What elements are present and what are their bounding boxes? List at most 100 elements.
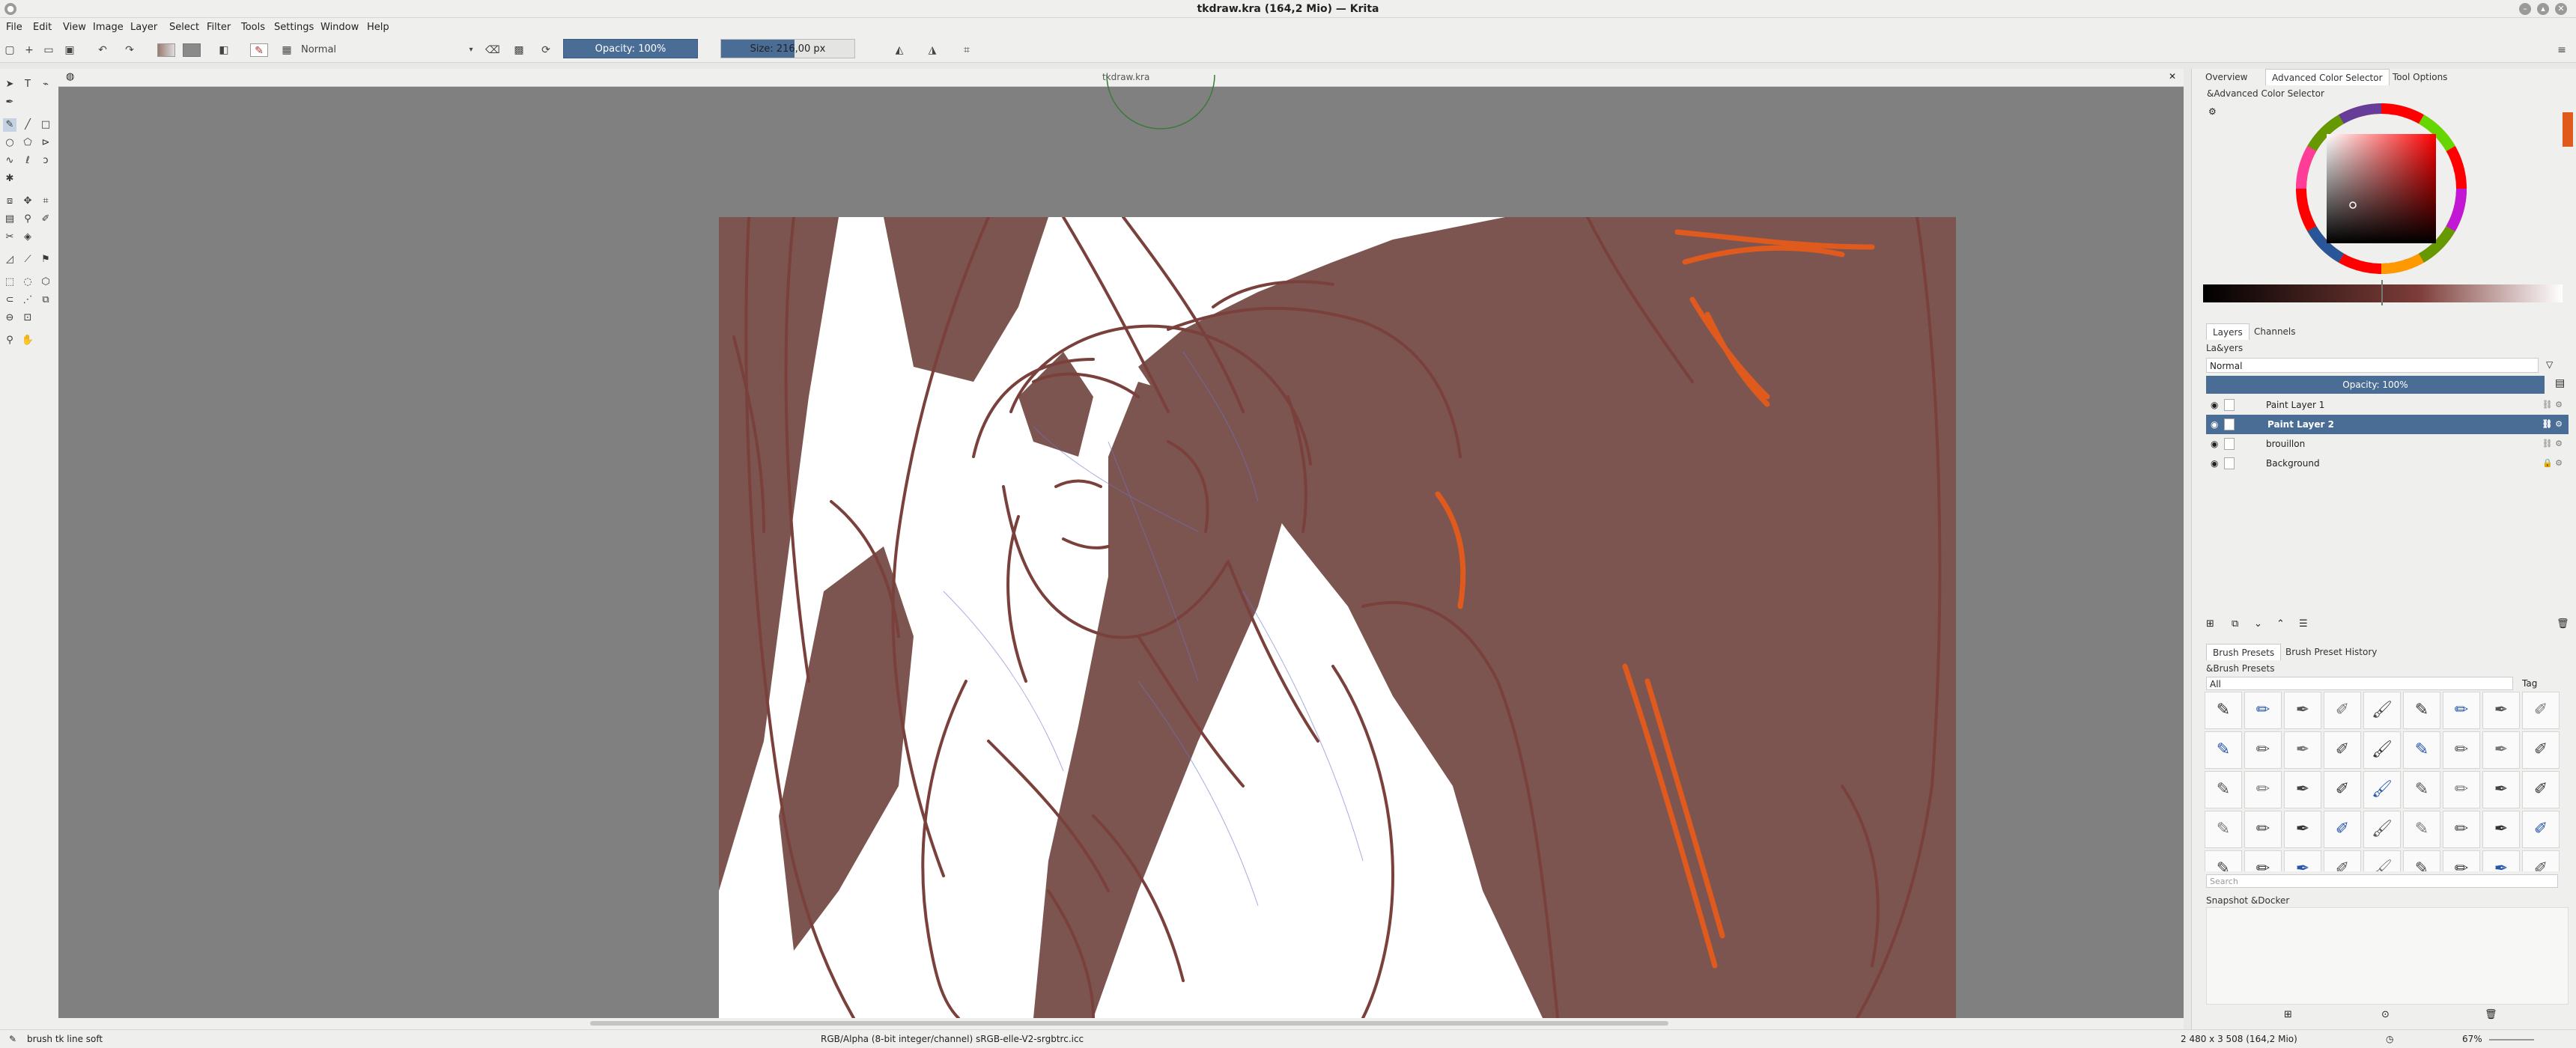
- tab-layers[interactable]: Layers: [2206, 323, 2250, 340]
- brush-preset-thumbnail[interactable]: ✒: [2482, 731, 2520, 769]
- brush-preset-thumbnail[interactable]: ✒: [2482, 850, 2520, 871]
- zoom-tool-icon[interactable]: ⚲: [3, 334, 16, 347]
- brush-preset-thumbnail[interactable]: ✒: [2482, 811, 2520, 848]
- fg-bg-color-icon[interactable]: ◧: [217, 43, 231, 57]
- color-picker-tool-icon[interactable]: ⚲: [21, 213, 34, 226]
- polygon-tool-icon[interactable]: ⬠: [21, 136, 34, 150]
- menu-filter[interactable]: Filter: [207, 22, 231, 33]
- rotation-icon[interactable]: ◷: [2386, 1034, 2393, 1044]
- zoom-slider[interactable]: [2489, 1039, 2534, 1041]
- brush-preset-thumbnail[interactable]: ✐: [2324, 850, 2361, 871]
- size-slider[interactable]: Size: 216,00 px: [720, 39, 855, 58]
- blend-mode-chevron-icon[interactable]: ▾: [464, 43, 478, 57]
- close-icon[interactable]: ✕: [2555, 3, 2567, 15]
- lock-icon[interactable]: 🔒 ⚙: [2542, 454, 2563, 473]
- minimize-icon[interactable]: –: [2519, 3, 2531, 15]
- smart-patch-tool-icon[interactable]: ✂: [3, 231, 16, 244]
- rectangle-tool-icon[interactable]: □: [39, 118, 52, 132]
- brush-preset-thumbnail[interactable]: ✒: [2284, 811, 2321, 848]
- close-document-icon[interactable]: ✕: [2169, 71, 2176, 82]
- brush-preset-thumbnail[interactable]: ✐: [2522, 731, 2560, 769]
- visibility-eye-icon[interactable]: ◉: [2211, 395, 2218, 415]
- mirror-vertical-icon[interactable]: ◮: [926, 43, 939, 57]
- brush-preset-thumbnail[interactable]: ✎: [2205, 731, 2242, 769]
- snapshot-camera-icon[interactable]: ⊙: [2381, 1009, 2390, 1020]
- brush-preset-thumbnail[interactable]: ✏: [2443, 850, 2480, 871]
- layer-name[interactable]: Paint Layer 1: [2266, 395, 2324, 415]
- layer-name[interactable]: brouillon: [2266, 434, 2305, 454]
- duplicate-layer-icon[interactable]: ⧉: [2232, 618, 2238, 630]
- layer-row[interactable]: ◉ Paint Layer 1 ⛓ ⚙: [2206, 395, 2569, 415]
- brush-preset-thumbnail[interactable]: ✎: [2403, 692, 2440, 729]
- brush-preset-thumbnail[interactable]: ✐: [2522, 811, 2560, 848]
- brush-preset-thumbnail[interactable]: ✎: [2205, 850, 2242, 871]
- reload-preset-icon[interactable]: ⟳: [539, 43, 553, 57]
- transform-tool-icon[interactable]: ⧈: [3, 195, 16, 208]
- freehand-brush-tool-icon[interactable]: ✎: [3, 118, 16, 132]
- rectangular-selection-tool-icon[interactable]: ⬚: [3, 275, 16, 289]
- maximize-icon[interactable]: ▴: [2537, 3, 2549, 15]
- layer-menu-icon[interactable]: ☰: [2299, 618, 2308, 630]
- tab-advanced-color-selector[interactable]: Advanced Color Selector: [2265, 69, 2390, 85]
- fill-tool-icon[interactable]: ◈: [21, 231, 34, 244]
- eraser-icon[interactable]: ⌫: [485, 43, 500, 57]
- brush-preset-thumbnail[interactable]: ✒: [2284, 850, 2321, 871]
- brush-preset-thumbnail[interactable]: ✏: [2443, 811, 2480, 848]
- presets-search-input[interactable]: Search: [2206, 874, 2558, 888]
- pattern-swatch[interactable]: [183, 43, 201, 57]
- brush-preset-thumbnail[interactable]: ✏: [2244, 692, 2282, 729]
- layer-name[interactable]: Background: [2266, 454, 2320, 473]
- brush-preset-thumbnail[interactable]: ✒: [2482, 692, 2520, 729]
- bezier-selection-tool-icon[interactable]: ⊖: [3, 311, 16, 325]
- blend-mode-select[interactable]: Normal: [301, 43, 481, 57]
- brush-preset-thumbnail[interactable]: 🖌: [2363, 731, 2401, 769]
- brush-preset-thumbnail[interactable]: ✎: [2403, 731, 2440, 769]
- contiguous-selection-tool-icon[interactable]: ⋰: [21, 293, 34, 307]
- tab-channels[interactable]: Channels: [2248, 323, 2302, 340]
- brush-preset-thumbnail[interactable]: ✏: [2244, 850, 2282, 871]
- brush-preset-thumbnail[interactable]: ✐: [2522, 850, 2560, 871]
- brush-preset-thumbnail[interactable]: ✐: [2522, 692, 2560, 729]
- layer-blend-mode-select[interactable]: Normal: [2206, 358, 2539, 373]
- new-icon[interactable]: +: [22, 43, 36, 57]
- layer-properties-icon[interactable]: ▤: [2555, 377, 2565, 389]
- tab-tool-options[interactable]: Tool Options: [2387, 69, 2453, 85]
- text-tool-icon[interactable]: T: [21, 78, 34, 91]
- add-layer-icon[interactable]: ⊞: [2206, 618, 2214, 630]
- opacity-slider[interactable]: Opacity: 100%: [563, 39, 698, 58]
- ellipse-tool-icon[interactable]: ○: [3, 136, 16, 150]
- brush-preset-thumbnail[interactable]: ✏: [2244, 811, 2282, 848]
- layer-flags-icon[interactable]: ⛓ ⚙: [2542, 434, 2563, 454]
- visibility-eye-icon[interactable]: ◉: [2211, 454, 2218, 473]
- freehand-path-tool-icon[interactable]: ℓ: [21, 154, 34, 168]
- brush-preset-thumbnail[interactable]: ✒: [2284, 731, 2321, 769]
- color-history-swatch[interactable]: [2563, 112, 2573, 147]
- brush-preset-thumbnail[interactable]: ✎: [2205, 692, 2242, 729]
- layer-flags-icon[interactable]: ⛓ ⚙: [2542, 415, 2563, 434]
- brush-preset-thumbnail[interactable]: ✒: [2284, 771, 2321, 808]
- menu-settings[interactable]: Settings: [274, 22, 314, 33]
- layer-row[interactable]: ◉ Background 🔒 ⚙: [2206, 454, 2569, 473]
- menu-layer[interactable]: Layer: [130, 22, 157, 33]
- brush-preset-icon[interactable]: ✎: [250, 43, 268, 57]
- brush-preset-thumbnail[interactable]: 🖌: [2363, 811, 2401, 848]
- assistant-tool-icon[interactable]: ◿: [3, 253, 16, 266]
- add-snapshot-icon[interactable]: ⊞: [2284, 1009, 2292, 1020]
- brush-preset-thumbnail[interactable]: ✏: [2443, 731, 2480, 769]
- reference-images-tool-icon[interactable]: ⚑: [39, 253, 52, 266]
- open-icon[interactable]: ▭: [42, 43, 55, 57]
- menu-help[interactable]: Help: [367, 22, 389, 33]
- menu-edit[interactable]: Edit: [33, 22, 52, 33]
- brush-preset-thumbnail[interactable]: ✐: [2324, 811, 2361, 848]
- move-layer-down-icon[interactable]: ⌄: [2254, 618, 2262, 630]
- menu-image[interactable]: Image: [93, 22, 124, 33]
- elliptical-selection-tool-icon[interactable]: ◌: [21, 275, 34, 289]
- calligraphy-tool-icon[interactable]: ✒: [3, 96, 16, 109]
- brush-preset-thumbnail[interactable]: ✐: [2324, 731, 2361, 769]
- gradient-tool-icon[interactable]: ▤: [3, 213, 16, 226]
- brush-preset-thumbnail[interactable]: ✐: [2324, 771, 2361, 808]
- menu-view[interactable]: View: [63, 22, 86, 33]
- brush-preset-thumbnail[interactable]: ✏: [2244, 731, 2282, 769]
- toolbar-menu-icon[interactable]: ≡: [2555, 43, 2569, 57]
- presets-filter-select[interactable]: All: [2206, 677, 2513, 690]
